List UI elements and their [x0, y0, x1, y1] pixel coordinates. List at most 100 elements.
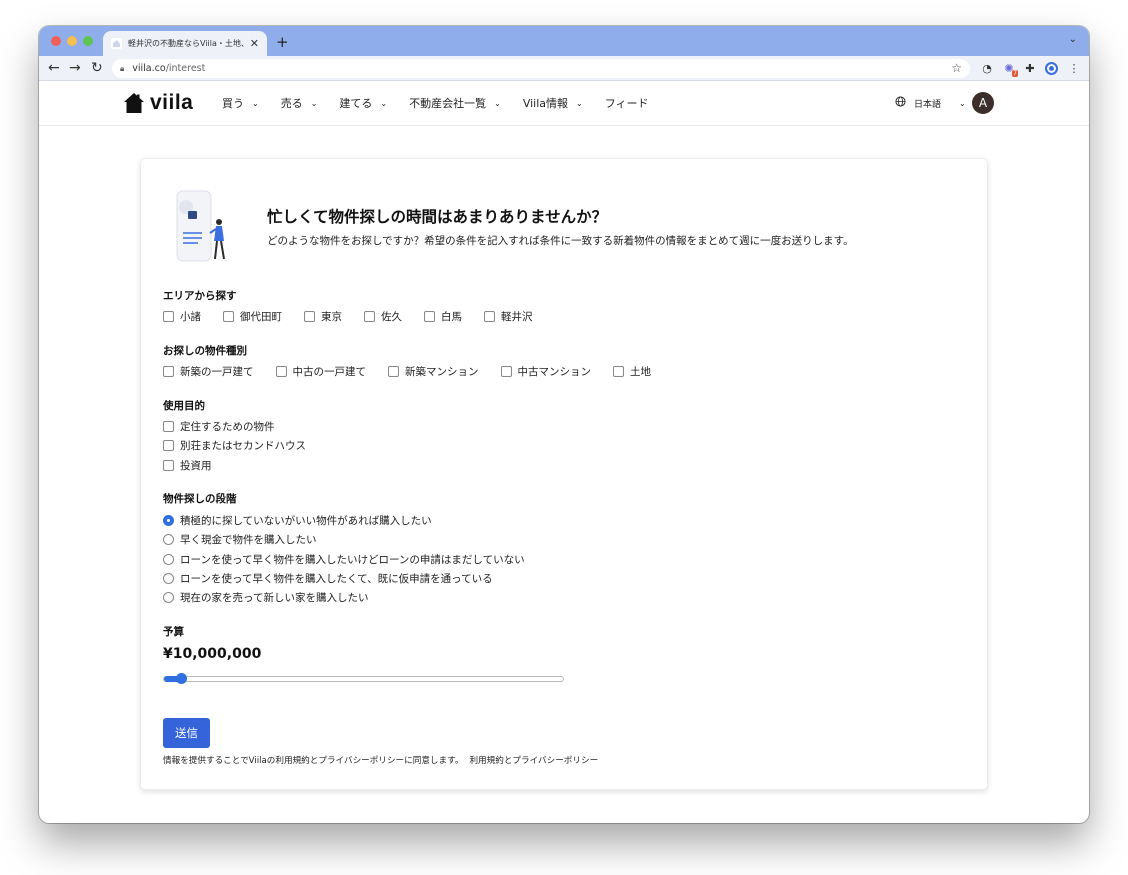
purpose-checkbox[interactable] — [163, 459, 174, 471]
url-host: viila.co — [132, 63, 166, 74]
browser-toolbar: ← → ↻ 🔒︎ viila.co/interest ☆ ◔ ✺ 7 ✚ ⋮ — [39, 56, 1089, 81]
user-avatar[interactable]: A — [972, 92, 994, 114]
window-minimize-button[interactable] — [67, 36, 77, 46]
puzzle-extensions-icon[interactable]: ✚ — [1023, 61, 1037, 75]
house-logo-icon — [124, 93, 144, 113]
stage-option[interactable]: 積極的に探していないがいい物件があれば購入したい — [163, 511, 525, 530]
browser-menu-icon[interactable]: ⋮ — [1067, 61, 1081, 75]
property-type-checkbox[interactable] — [275, 366, 287, 377]
reload-icon[interactable]: ↻ — [91, 59, 103, 77]
site-favicon-icon — [111, 38, 122, 49]
extension-badge-icon[interactable]: ✺ 7 — [1002, 61, 1018, 77]
property-type-checkbox[interactable] — [388, 366, 399, 377]
language-selector[interactable]: 日本語 ⌄ — [895, 96, 966, 110]
extension-icon[interactable]: ◔ — [980, 61, 994, 75]
window-maximize-button[interactable] — [83, 36, 93, 46]
purpose-option[interactable]: 投資用 — [163, 456, 306, 475]
property-type-label: 土地 — [630, 366, 651, 378]
area-option-label: 御代田町 — [240, 311, 282, 323]
language-label: 日本語 — [914, 99, 942, 110]
stage-radio[interactable] — [163, 592, 174, 604]
area-option[interactable]: 小諸 — [163, 309, 201, 324]
window-close-button[interactable] — [51, 36, 61, 46]
stage-option[interactable]: ローンを使って早く物件を購入したいけどローンの申請はまだしていない — [163, 550, 525, 569]
chevron-down-icon: ⌄ — [576, 98, 583, 108]
logo-text: viila — [150, 91, 194, 114]
purpose-option[interactable]: 定住するための物件 — [163, 417, 306, 436]
tab-close-icon[interactable]: ✕ — [250, 37, 259, 50]
purpose-options: 定住するための物件 別荘またはセカンドハウス 投資用 — [163, 417, 306, 475]
phone-person-illustration — [176, 190, 225, 262]
area-options: 小諸 御代田町 東京 佐久 白馬 軽井沢 — [163, 309, 555, 324]
property-type-option[interactable]: 中古マンション — [500, 364, 592, 379]
profile-icon[interactable] — [1044, 61, 1058, 75]
stage-radio[interactable] — [163, 515, 174, 527]
purpose-label: 投資用 — [180, 459, 212, 472]
nav-item-label: 建てる — [339, 97, 373, 110]
stage-radio[interactable] — [163, 573, 174, 585]
area-checkbox[interactable] — [424, 311, 435, 322]
chevron-down-icon: ⌄ — [380, 98, 388, 108]
area-checkbox[interactable] — [163, 311, 174, 322]
budget-slider[interactable] — [163, 673, 564, 684]
nav-item-feed[interactable]: フィード — [605, 95, 649, 111]
property-type-option[interactable]: 新築マンション — [388, 364, 479, 379]
stage-option[interactable]: 早く現金で物件を購入したい — [163, 530, 525, 549]
area-option-label: 軽井沢 — [501, 311, 533, 323]
nav-item-label: 不動産会社一覧 — [409, 97, 487, 110]
bookmark-star-icon[interactable]: ☆ — [951, 61, 962, 75]
purpose-label: 定住するための物件 — [180, 421, 275, 434]
site-logo[interactable]: viila — [123, 91, 193, 115]
area-option[interactable]: 軽井沢 — [484, 309, 533, 324]
nav-item-sell[interactable]: 売る ⌄ — [281, 95, 318, 111]
area-option[interactable]: 東京 — [304, 309, 342, 324]
budget-section-title: 予算 — [163, 626, 184, 638]
new-tab-button[interactable]: + — [276, 33, 289, 51]
purpose-section-title: 使用目的 — [163, 400, 205, 412]
purpose-checkbox[interactable] — [163, 440, 174, 452]
stage-option[interactable]: ローンを使って早く物件を購入したくて、既に仮申請を通っている — [163, 569, 525, 588]
property-type-checkbox[interactable] — [500, 366, 512, 377]
area-option[interactable]: 白馬 — [424, 309, 462, 324]
area-checkbox[interactable] — [364, 311, 375, 322]
browser-window: 軽井沢の不動産ならViila・土地、一 ✕ + ⌄ ← → ↻ 🔒︎ viila… — [39, 26, 1089, 823]
property-type-option[interactable]: 中古の一戸建て — [275, 364, 367, 379]
tab-search-button[interactable]: ⌄ — [1069, 34, 1077, 45]
extension-badge-count: 7 — [1012, 70, 1018, 77]
area-option[interactable]: 佐久 — [364, 309, 402, 324]
property-type-label: 中古マンション — [517, 366, 592, 378]
nav-item-viila-info[interactable]: Viila情報 ⌄ — [523, 95, 583, 111]
property-type-options: 新築の一戸建て 中古の一戸建て 新築マンション 中古マンション 土地 — [163, 364, 673, 379]
purpose-checkbox[interactable] — [163, 421, 174, 433]
address-bar[interactable]: 🔒︎ viila.co/interest ☆ — [112, 59, 970, 78]
forward-arrow-icon[interactable]: → — [69, 59, 81, 77]
budget-slider-thumb[interactable] — [176, 673, 188, 684]
terms-link[interactable]: 利用規約とプライバシーポリシー — [469, 756, 598, 766]
nav-item-build[interactable]: 建てる ⌄ — [339, 95, 387, 111]
property-type-option[interactable]: 土地 — [613, 364, 651, 379]
submit-button[interactable]: 送信 — [163, 718, 210, 748]
chevron-down-icon: ⌄ — [959, 98, 966, 108]
area-checkbox[interactable] — [484, 311, 495, 322]
property-type-label: 中古の一戸建て — [292, 366, 367, 378]
property-type-checkbox[interactable] — [613, 366, 624, 377]
globe-icon — [895, 96, 906, 110]
purpose-option[interactable]: 別荘またはセカンドハウス — [163, 436, 306, 455]
stage-label: 積極的に探していないがいい物件があれば購入したい — [180, 515, 432, 528]
back-arrow-icon[interactable]: ← — [48, 59, 60, 77]
lock-icon: 🔒︎ — [120, 63, 125, 73]
nav-item-agencies[interactable]: 不動産会社一覧 ⌄ — [409, 95, 501, 111]
terms-text: 情報を提供することでViilaの利用規約とプライバシーポリシーに同意します。 — [163, 756, 464, 766]
property-type-option[interactable]: 新築の一戸建て — [163, 364, 254, 379]
area-option-label: 白馬 — [441, 311, 462, 323]
area-checkbox[interactable] — [223, 311, 234, 322]
stage-option[interactable]: 現在の家を売って新しい家を購入したい — [163, 588, 525, 607]
area-option[interactable]: 御代田町 — [223, 309, 282, 324]
stage-radio[interactable] — [163, 534, 174, 546]
property-type-checkbox[interactable] — [163, 366, 174, 377]
nav-item-buy[interactable]: 買う ⌄ — [222, 95, 259, 111]
stage-radio[interactable] — [163, 553, 174, 565]
browser-tab[interactable]: 軽井沢の不動産ならViila・土地、一 ✕ — [103, 31, 267, 56]
area-checkbox[interactable] — [304, 311, 315, 322]
area-option-label: 東京 — [321, 311, 342, 323]
